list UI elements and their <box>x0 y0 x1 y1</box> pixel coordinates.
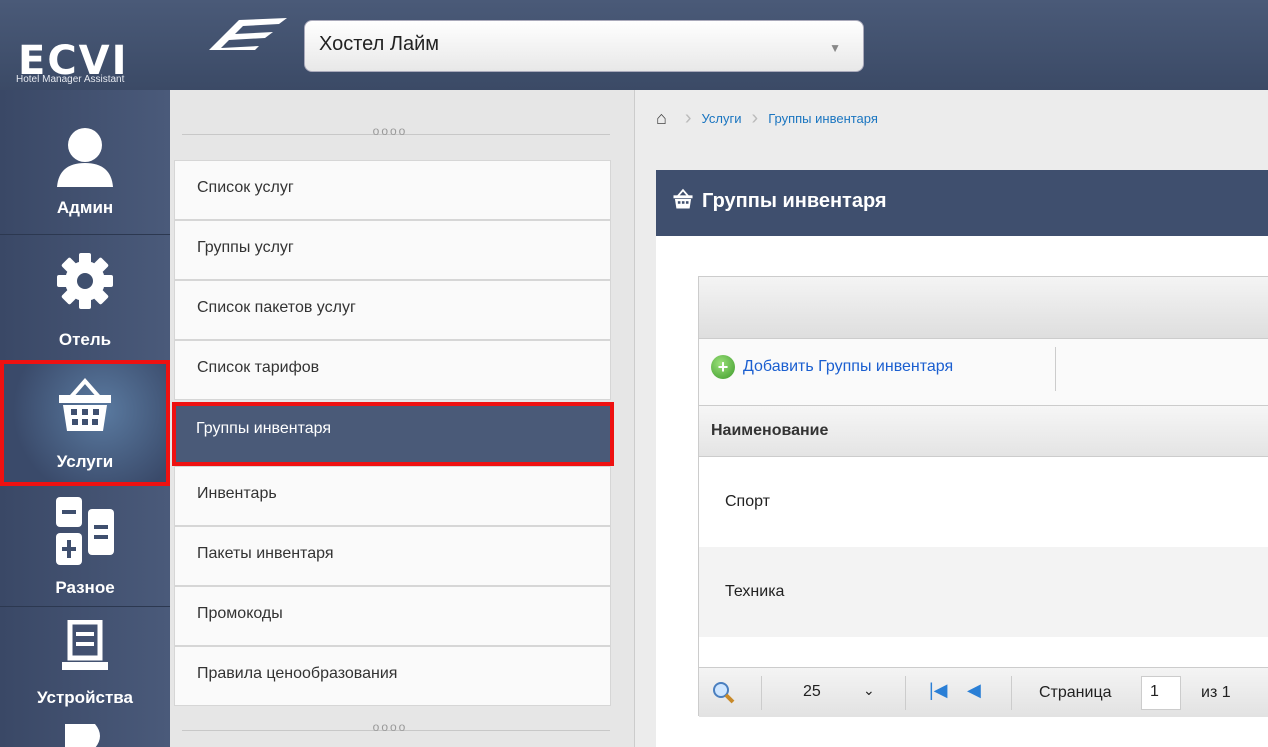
hotel-select-value: Хостел Лайм <box>319 33 440 55</box>
chevron-down-icon: ⌄ <box>863 682 875 698</box>
resize-grip[interactable]: oooo <box>170 124 610 138</box>
add-inventory-group-button[interactable]: + Добавить Группы инвентаря <box>711 355 953 379</box>
submenu-item-label: Правила ценообразования <box>197 665 398 682</box>
submenu-item-label: Инвентарь <box>197 485 277 502</box>
page-count: из 1 <box>1201 684 1231 701</box>
divider <box>1055 347 1056 391</box>
chevron-down-icon: ▼ <box>829 41 841 55</box>
top-bar: ECVI Hotel Manager Assistant Хостел Лайм… <box>0 0 1268 90</box>
page-size-select[interactable]: 25 ⌄ <box>781 678 881 708</box>
sidebar-item-label: Отель <box>58 330 112 349</box>
divider <box>1011 676 1012 710</box>
printer-icon <box>0 720 170 747</box>
submenu-item-label: Список пакетов услуг <box>197 299 356 316</box>
add-button-label: Добавить Группы инвентаря <box>743 358 954 375</box>
breadcrumb: ⌂ › Услуги › Группы инвентаря <box>656 100 878 136</box>
page-number-input[interactable]: 1 <box>1141 676 1181 710</box>
table-cell: Техника <box>725 583 785 600</box>
panel-header: Группы инвентаря <box>656 170 1268 236</box>
panel-body: + Добавить Группы инвентаря Наименование… <box>656 236 1268 747</box>
submenu-item-label: Список тарифов <box>197 359 320 376</box>
submenu-item-label: Группы услуг <box>197 239 294 256</box>
sidebar-item-label: Услуги <box>56 452 114 471</box>
sidebar-item-devices[interactable]: Устройства <box>0 606 170 726</box>
search-icon[interactable] <box>711 680 735 709</box>
page-size-value: 25 <box>803 683 821 700</box>
column-header-name[interactable]: Наименование <box>699 405 1268 457</box>
logo[interactable]: ECVI Hotel Manager Assistant <box>14 14 287 86</box>
submenu-item-promocodes[interactable]: Промокоды <box>174 586 611 646</box>
sidebar-item-label: Устройства <box>37 688 133 707</box>
sidebar-item-label: Админ <box>56 198 114 217</box>
home-icon[interactable]: ⌂ <box>656 108 667 129</box>
sidebar-item-hotel[interactable]: Отель <box>0 234 170 354</box>
sidebar-item-more[interactable] <box>0 716 170 747</box>
sidebar-item-admin[interactable]: Админ <box>0 110 170 230</box>
grid-pager: 25 ⌄ |◀ ◀ Страница 1 из 1 <box>699 667 1268 717</box>
sidebar-item-services[interactable]: Услуги <box>0 360 170 486</box>
grid-caption <box>699 277 1268 339</box>
chevron-right-icon: › <box>751 106 759 129</box>
column-header-label: Наименование <box>711 422 829 439</box>
submenu-item-label: Группы инвентаря <box>196 420 332 437</box>
basket-icon <box>0 370 170 440</box>
submenu-item-inventory-groups[interactable]: Группы инвентаря <box>172 402 614 466</box>
submenu-item-service-packages[interactable]: Список пакетов услуг <box>174 280 611 340</box>
page-label: Страница <box>1039 684 1112 701</box>
submenu-item-pricing-rules[interactable]: Правила ценообразования <box>174 646 611 706</box>
table-cell: Спорт <box>725 493 770 510</box>
sidebar-item-label: Разное <box>55 578 115 597</box>
submenu-item-service-groups[interactable]: Группы услуг <box>174 220 611 280</box>
submenu-item-label: Промокоды <box>197 605 283 622</box>
divider <box>905 676 906 710</box>
plus-circle-icon: + <box>711 355 735 379</box>
chevron-right-icon: › <box>684 106 692 129</box>
prev-page-icon[interactable]: ◀ <box>967 680 981 701</box>
submenu-item-services-list[interactable]: Список услуг <box>174 160 611 220</box>
first-page-icon[interactable]: |◀ <box>929 680 948 701</box>
calculator-icon <box>0 496 170 566</box>
breadcrumb-item[interactable]: Услуги <box>702 111 742 126</box>
basket-icon <box>672 188 694 215</box>
breadcrumb-item[interactable]: Группы инвентаря <box>768 111 878 126</box>
table-row[interactable]: Техника <box>699 547 1268 637</box>
submenu-item-inventory[interactable]: Инвентарь <box>174 466 611 526</box>
document-icon <box>0 612 170 682</box>
page-title: Группы инвентаря <box>702 190 887 212</box>
grid-toolbar: + Добавить Группы инвентаря <box>699 339 1268 405</box>
submenu-item-inventory-packages[interactable]: Пакеты инвентаря <box>174 526 611 586</box>
user-icon <box>0 122 170 192</box>
submenu: oooo Список услуг Группы услуг Список па… <box>170 90 635 747</box>
divider <box>761 676 762 710</box>
data-grid: + Добавить Группы инвентаря Наименование… <box>698 276 1268 717</box>
main-content: ⌂ › Услуги › Группы инвентаря Группы инв… <box>636 90 1268 747</box>
resize-grip[interactable]: oooo <box>170 720 610 734</box>
sidebar-item-misc[interactable]: Разное <box>0 486 170 606</box>
logo-wings-icon <box>209 18 287 50</box>
gear-icon <box>0 246 170 316</box>
submenu-item-label: Пакеты инвентаря <box>197 545 334 562</box>
table-row[interactable]: Спорт <box>699 457 1268 547</box>
logo-subtitle: Hotel Manager Assistant <box>16 74 125 85</box>
submenu-item-tariffs[interactable]: Список тарифов <box>174 340 611 400</box>
hotel-select[interactable]: Хостел Лайм ▼ <box>304 20 864 72</box>
icon-sidebar: Админ Отель Услуги Разное Устройства <box>0 90 170 747</box>
submenu-item-label: Список услуг <box>197 179 294 196</box>
